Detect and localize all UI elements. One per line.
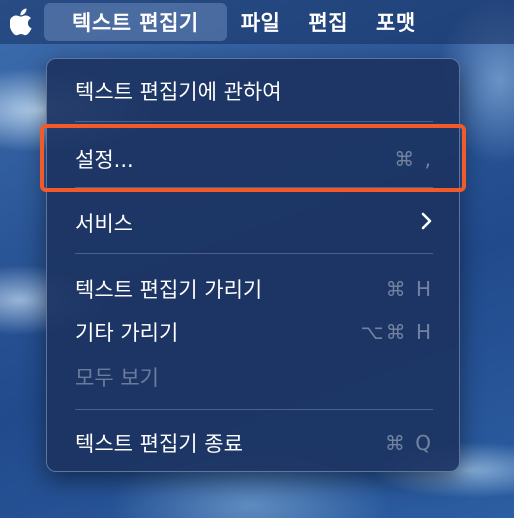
menu-item-show-all: 모두 보기: [75, 359, 433, 395]
menu-item-about-label: 텍스트 편집기에 관하여: [75, 80, 282, 104]
hide-app-shortcut: ⌘ H: [385, 277, 433, 301]
quit-shortcut: ⌘ Q: [384, 431, 433, 455]
menubar-item-edit[interactable]: 편집: [294, 3, 362, 41]
menu-item-hide-others[interactable]: 기타 가리기 ⌥⌘ H: [75, 314, 433, 350]
menu-item-services[interactable]: 서비스: [75, 205, 433, 241]
menu-separator: [75, 187, 433, 188]
menu-item-about[interactable]: 텍스트 편집기에 관하여: [75, 73, 433, 109]
menu-item-hide-app[interactable]: 텍스트 편집기 가리기 ⌘ H: [75, 271, 433, 307]
menu-separator: [75, 409, 433, 410]
menu-item-settings[interactable]: 설정... ⌘ ,: [75, 141, 433, 177]
menu-item-quit-label: 텍스트 편집기 종료: [75, 432, 243, 456]
menu-item-show-all-label: 모두 보기: [75, 366, 159, 390]
apple-logo-icon[interactable]: [0, 0, 44, 44]
menu-item-services-label: 서비스: [75, 212, 133, 236]
menu-item-settings-label: 설정...: [75, 148, 134, 172]
app-menu-dropdown: 텍스트 편집기에 관하여 설정... ⌘ , 서비스 텍스트 편집기 가리기 ⌘…: [46, 58, 460, 472]
menu-separator: [75, 253, 433, 254]
apple-logo-glyph: [10, 8, 32, 36]
menu-item-quit[interactable]: 텍스트 편집기 종료 ⌘ Q: [75, 425, 433, 461]
menu-separator: [75, 121, 433, 122]
desktop: 텍스트 편집기 파일 편집 포맷 텍스트 편집기에 관하여 설정... ⌘ , …: [0, 0, 514, 518]
menu-bar: 텍스트 편집기 파일 편집 포맷: [0, 0, 514, 44]
menubar-item-format[interactable]: 포맷: [362, 3, 430, 41]
menu-item-hide-others-label: 기타 가리기: [75, 321, 179, 345]
hide-others-shortcut: ⌥⌘ H: [360, 320, 433, 344]
settings-shortcut: ⌘ ,: [394, 147, 433, 171]
chevron-right-icon: [421, 211, 433, 235]
menubar-item-file[interactable]: 파일: [227, 3, 295, 41]
menu-item-hide-app-label: 텍스트 편집기 가리기: [75, 278, 263, 302]
menubar-item-textedit[interactable]: 텍스트 편집기: [44, 3, 227, 41]
